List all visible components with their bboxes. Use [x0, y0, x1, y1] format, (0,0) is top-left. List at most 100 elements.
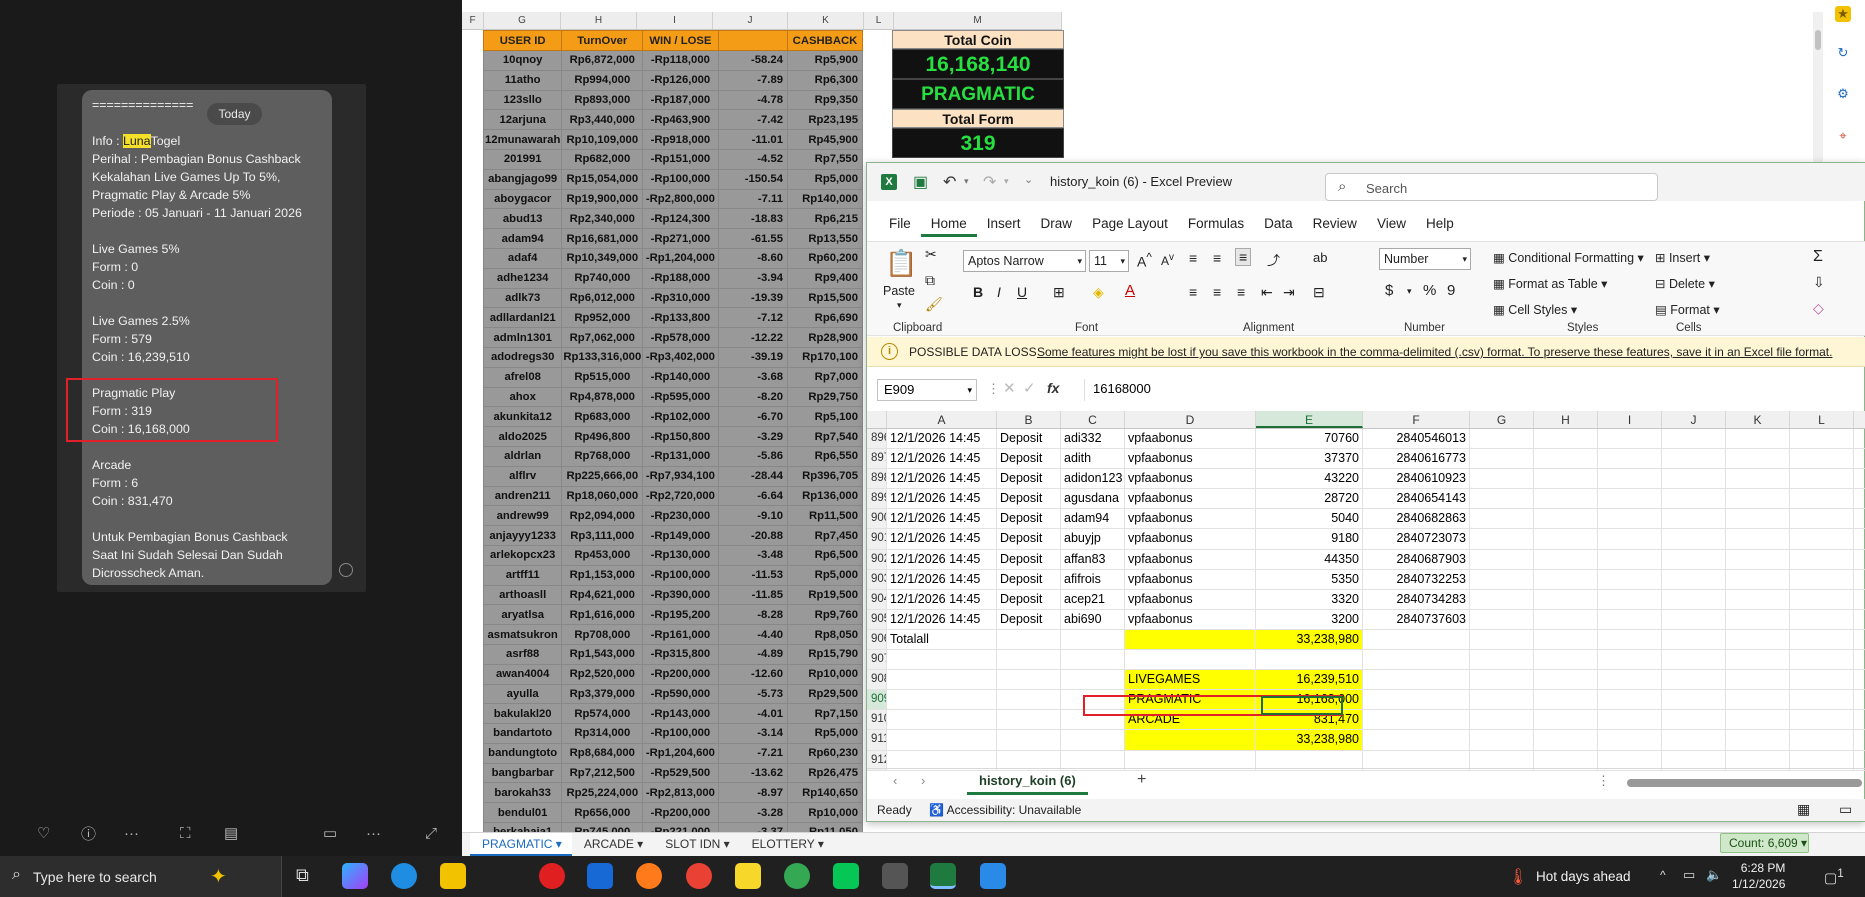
table-cell[interactable]: 12arjuna [482, 109, 563, 131]
table-cell[interactable]: Rp396,705 [787, 465, 863, 487]
table-cell[interactable]: Rp893,000 [561, 89, 644, 111]
table-cell[interactable]: -18.83 [717, 208, 789, 230]
chrome-icon[interactable] [784, 863, 810, 889]
grid-cell[interactable] [887, 670, 997, 690]
table-cell[interactable]: admln1301 [482, 327, 563, 348]
clipboard-icon[interactable]: 📋 [885, 248, 917, 279]
table-cell[interactable]: -Rp1,204,000 [642, 247, 719, 269]
autosum-icon[interactable]: Σ [1813, 248, 1823, 266]
table-cell[interactable]: -7.21 [717, 742, 789, 764]
table-cell[interactable]: -Rp7,934,100 [642, 465, 719, 487]
grid-cell[interactable] [1790, 609, 1854, 629]
grid-cell[interactable] [1598, 670, 1662, 690]
grid-cell[interactable] [1470, 710, 1534, 730]
outlook-icon[interactable] [587, 863, 613, 889]
weather-text[interactable]: Hot days ahead [1536, 869, 1631, 884]
tab-insert[interactable]: Insert [977, 211, 1031, 237]
table-cell[interactable]: -Rp2,720,000 [642, 485, 719, 507]
font-size-select[interactable]: 11 ▾ [1089, 250, 1129, 272]
row-number[interactable]: 901 [867, 529, 887, 549]
table-cell[interactable]: Rp683,000 [561, 406, 644, 428]
table-cell[interactable]: Rp29,750 [787, 386, 863, 408]
table-cell[interactable]: -Rp188,000 [642, 267, 719, 289]
align-middle-icon[interactable]: ≡ [1213, 250, 1221, 266]
table-cell[interactable]: Rp15,790 [787, 643, 863, 665]
table-cell[interactable]: -Rp200,000 [642, 802, 719, 824]
bold-button[interactable]: B [973, 284, 983, 300]
grid-cell[interactable] [1598, 509, 1662, 529]
grid-cell[interactable] [1662, 489, 1726, 509]
grid-cell[interactable] [1534, 750, 1598, 770]
grid-cell[interactable] [1726, 670, 1790, 690]
number-format-select[interactable]: Number ▾ [1379, 248, 1471, 270]
horizontal-scrollbar[interactable] [1627, 779, 1862, 787]
increase-font-icon[interactable]: A^ [1137, 251, 1152, 270]
grid-cell[interactable]: 12/1/2026 14:45 [887, 449, 997, 469]
grid-cell[interactable]: 12/1/2026 14:45 [887, 529, 997, 549]
table-cell[interactable]: Rp28,900 [787, 327, 863, 348]
table-cell[interactable]: Rp8,050 [787, 624, 863, 645]
file-explorer-icon[interactable] [440, 863, 466, 889]
table-cell[interactable]: -5.86 [717, 445, 789, 467]
table-cell[interactable]: Rp9,400 [787, 267, 863, 289]
tab-draw[interactable]: Draw [1031, 211, 1083, 237]
grid-cell[interactable] [1598, 589, 1662, 609]
font-name-select[interactable]: Aptos Narrow ▾ [963, 250, 1086, 272]
grid-cell[interactable] [1061, 750, 1125, 770]
table-cell[interactable]: andren211 [482, 485, 563, 507]
grid-cell[interactable] [1790, 509, 1854, 529]
table-cell[interactable]: -Rp310,000 [642, 287, 719, 309]
table-cell[interactable]: Rp7,000 [787, 366, 863, 388]
grid-cell[interactable] [1662, 569, 1726, 589]
grid-cell[interactable] [1662, 710, 1726, 730]
grid-cell[interactable] [1534, 549, 1598, 569]
grid-cell[interactable] [1534, 609, 1598, 629]
table-cell[interactable]: -Rp118,000 [642, 50, 719, 71]
table-cell[interactable]: -4.89 [717, 643, 789, 665]
grid-cell[interactable] [1598, 650, 1662, 670]
table-cell[interactable]: Rp1,153,000 [561, 564, 644, 586]
increase-indent-icon[interactable]: ⇥ [1283, 284, 1295, 301]
grid-cell[interactable] [1790, 730, 1854, 750]
table-cell[interactable]: -Rp140,000 [642, 366, 719, 388]
grid-cell[interactable] [1790, 650, 1854, 670]
table-cell[interactable]: Rp7,212,500 [561, 762, 644, 784]
redo-icon[interactable]: ↷ [983, 172, 996, 192]
table-cell[interactable]: -Rp578,000 [642, 327, 719, 348]
heart-icon[interactable]: ♡ [37, 824, 50, 842]
grid-cell[interactable]: 12/1/2026 14:45 [887, 589, 997, 609]
sheet-tab-slot-idn[interactable]: SLOT IDN ▾ [653, 833, 739, 856]
grid-cell[interactable] [1726, 509, 1790, 529]
table-cell[interactable]: arthoasll [482, 584, 563, 606]
name-box[interactable]: E909 ▾ [877, 379, 977, 401]
maps-icon[interactable]: ⌖ [1835, 128, 1851, 144]
grid-cell[interactable] [1534, 690, 1598, 710]
table-cell[interactable]: bangbarbar [482, 762, 563, 784]
grid-cell[interactable] [1061, 670, 1125, 690]
grid-cell[interactable] [1790, 429, 1854, 449]
table-cell[interactable]: Rp5,000 [787, 723, 863, 744]
grid-cell[interactable] [1470, 750, 1534, 770]
table-cell[interactable]: -Rp595,000 [642, 386, 719, 408]
grid-cell[interactable] [1470, 730, 1534, 750]
table-cell[interactable]: -8.20 [717, 386, 789, 408]
table-cell[interactable]: Rp9,350 [787, 89, 863, 111]
table-cell[interactable]: -11.53 [717, 564, 789, 586]
grid-cell[interactable]: 9180 [1256, 529, 1363, 549]
tab-page-layout[interactable]: Page Layout [1082, 211, 1178, 237]
clear-icon[interactable]: ◇ [1813, 300, 1824, 317]
table-cell[interactable]: -Rp131,000 [642, 445, 719, 467]
grid-cell[interactable]: vpfaabonus [1125, 589, 1256, 609]
grid-cell[interactable] [1726, 449, 1790, 469]
taskbar-search-input[interactable]: ⌕ Type here to search [0, 856, 282, 897]
grid-cell[interactable]: agusdana [1061, 489, 1125, 509]
grid-cell[interactable] [1598, 730, 1662, 750]
grid-cell[interactable]: 43220 [1256, 469, 1363, 489]
grid-cell[interactable]: Deposit [997, 529, 1061, 549]
grid-cell[interactable] [997, 690, 1061, 710]
grid-cell[interactable]: vpfaabonus [1125, 489, 1256, 509]
table-cell[interactable]: -Rp3,402,000 [642, 346, 719, 368]
grid-cell[interactable]: Deposit [997, 569, 1061, 589]
italic-button[interactable]: I [997, 284, 1001, 300]
grid-cell[interactable] [997, 650, 1061, 670]
